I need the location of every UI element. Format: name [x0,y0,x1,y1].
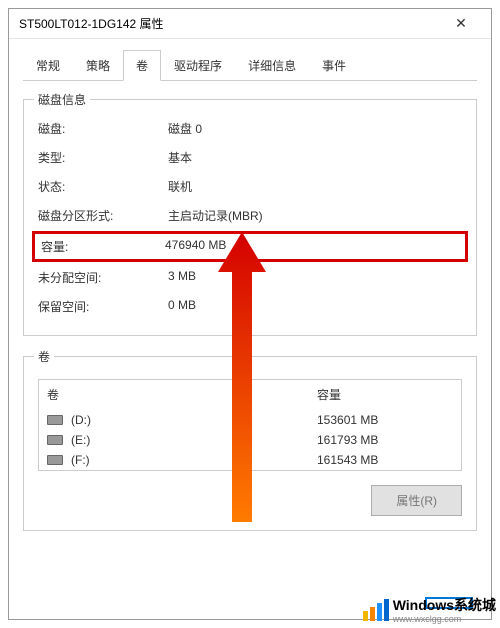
volume-capacity: 161793 MB [317,433,453,447]
value-partition: 主启动记录(MBR) [168,207,462,224]
tab-strip: 常规 策略 卷 驱动程序 详细信息 事件 [23,49,477,81]
drive-icon [47,435,63,445]
properties-window: ST500LT012-1DG142 属性 ✕ 常规 策略 卷 驱动程序 详细信息… [8,8,492,620]
header-capacity: 容量 [317,386,453,403]
value-unallocated: 3 MB [168,269,462,286]
tab-details[interactable]: 详细信息 [235,50,309,81]
value-status: 联机 [168,178,462,195]
volume-name: (D:) [71,413,91,427]
watermark-sub: www.wxclgg.com [393,615,496,624]
volumes-group: 卷 卷 容量 (D:) 153601 MB (E:) [23,356,477,531]
volumes-header: 卷 容量 [39,380,461,410]
content-area: 常规 策略 卷 驱动程序 详细信息 事件 磁盘信息 磁盘: 磁盘 0 类型: 基… [9,39,491,545]
volumes-list: 卷 容量 (D:) 153601 MB (E:) 161793 MB [38,379,462,471]
volume-name: (E:) [71,433,90,447]
volumes-button-row: 属性(R) [38,485,462,516]
volume-row[interactable]: (E:) 161793 MB [39,430,461,450]
header-volume: 卷 [47,386,317,403]
volume-capacity: 161543 MB [317,453,453,467]
label-disk: 磁盘: [38,120,168,137]
value-reserved: 0 MB [168,298,462,315]
row-unallocated: 未分配空间: 3 MB [38,263,462,292]
watermark: Windows系统城 www.wxclgg.com [363,595,496,624]
properties-button[interactable]: 属性(R) [371,485,462,516]
label-status: 状态: [38,178,168,195]
watermark-logo-icon [363,599,389,621]
row-capacity-highlighted: 容量: 476940 MB [32,231,468,262]
label-type: 类型: [38,149,168,166]
window-title: ST500LT012-1DG142 属性 [19,15,441,32]
row-partition: 磁盘分区形式: 主启动记录(MBR) [38,201,462,230]
tab-driver[interactable]: 驱动程序 [161,50,235,81]
watermark-text: Windows系统城 [393,597,496,613]
label-partition: 磁盘分区形式: [38,207,168,224]
disk-info-group: 磁盘信息 磁盘: 磁盘 0 类型: 基本 状态: 联机 磁盘分区形式: 主启动记… [23,99,477,336]
drive-icon [47,415,63,425]
tab-volumes[interactable]: 卷 [123,50,161,81]
label-reserved: 保留空间: [38,298,168,315]
row-status: 状态: 联机 [38,172,462,201]
volumes-legend: 卷 [34,348,54,365]
titlebar: ST500LT012-1DG142 属性 ✕ [9,9,491,39]
tab-general[interactable]: 常规 [23,50,73,81]
label-unallocated: 未分配空间: [38,269,168,286]
label-capacity: 容量: [41,238,165,255]
row-reserved: 保留空间: 0 MB [38,292,462,321]
value-type: 基本 [168,149,462,166]
volume-name: (F:) [71,453,90,467]
tab-policies[interactable]: 策略 [73,50,123,81]
drive-icon [47,455,63,465]
tab-events[interactable]: 事件 [309,50,359,81]
close-button[interactable]: ✕ [441,9,481,39]
value-disk: 磁盘 0 [168,120,462,137]
close-icon: ✕ [455,15,467,32]
volume-row[interactable]: (F:) 161543 MB [39,450,461,470]
value-capacity: 476940 MB [165,238,459,255]
row-type: 类型: 基本 [38,143,462,172]
volume-capacity: 153601 MB [317,413,453,427]
volume-row[interactable]: (D:) 153601 MB [39,410,461,430]
disk-info-legend: 磁盘信息 [34,91,90,108]
row-disk: 磁盘: 磁盘 0 [38,114,462,143]
